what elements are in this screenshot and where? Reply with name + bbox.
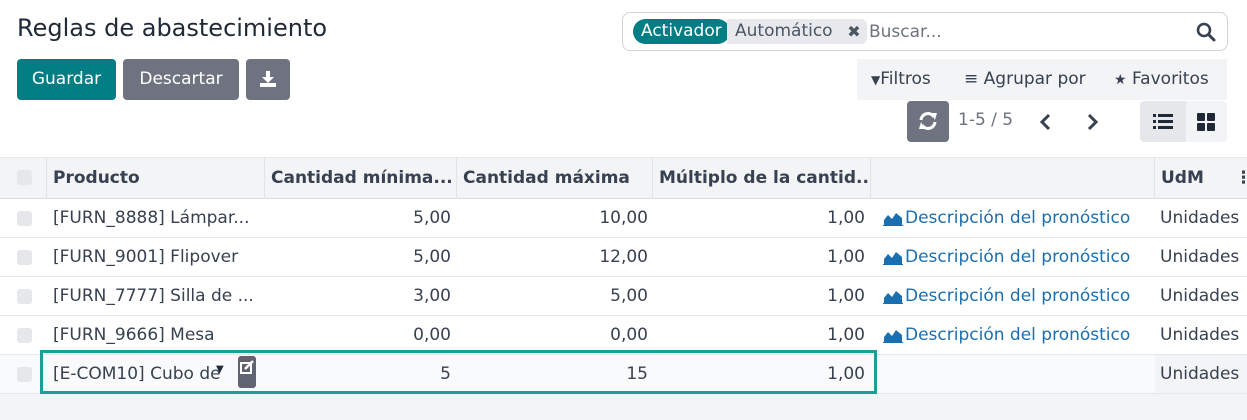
forecast-link[interactable]: Descripción del pronóstico — [883, 199, 1153, 237]
editing-row-outline — [40, 350, 877, 394]
filters-label: Filtros — [880, 69, 931, 89]
forecast-link[interactable]: Descripción del pronóstico — [883, 316, 1153, 354]
favorites-label: Favoritos — [1131, 69, 1209, 89]
table-row[interactable]: [FURN_7777] Silla de ... 3,00 5,00 1,00 Desc… — [0, 277, 1247, 316]
cell-uom[interactable]: Unidades — [1155, 238, 1247, 276]
cell-multiple[interactable]: 1,00 — [653, 277, 865, 315]
close-icon[interactable]: ✖ — [847, 19, 860, 44]
export-button[interactable] — [246, 59, 290, 100]
cell-max-qty[interactable]: 5,00 — [457, 277, 648, 315]
cell-min-qty[interactable]: 5,00 — [265, 238, 451, 276]
cell-max-qty[interactable]: 0,00 — [457, 316, 648, 354]
forecast-link[interactable]: Descripción del pronóstico — [883, 277, 1153, 315]
area-chart-icon — [883, 330, 903, 343]
row-checkbox[interactable] — [17, 367, 32, 382]
cell-product[interactable]: [FURN_8888] Lámpar... — [53, 199, 258, 237]
cell-max-qty[interactable]: 10,00 — [457, 199, 648, 237]
table-footer — [0, 394, 1247, 420]
forecast-link[interactable]: Descripción del pronóstico — [883, 238, 1153, 276]
cell-uom[interactable]: Unidades — [1155, 355, 1247, 393]
refresh-icon — [919, 112, 937, 130]
search-icon[interactable] — [1195, 21, 1217, 43]
list-view-button[interactable] — [1140, 101, 1186, 142]
cell-uom[interactable]: Unidades — [1155, 316, 1247, 354]
search-facet-value[interactable]: Automático ✖ — [727, 19, 867, 44]
favorites-toggle[interactable]: ★ Favoritos — [1114, 69, 1209, 89]
kanban-view-button[interactable] — [1186, 101, 1227, 142]
search-bar[interactable]: Activador Automático ✖ — [622, 12, 1228, 51]
group-by-toggle[interactable]: ≡ Agrupar por — [964, 69, 1086, 89]
cell-product[interactable]: [FURN_7777] Silla de ... — [53, 277, 258, 315]
header-uom-label: UdM — [1161, 168, 1204, 188]
row-checkbox[interactable] — [17, 250, 32, 265]
search-input[interactable] — [869, 20, 1189, 44]
table-header: Producto Cantidad mínima... Cantidad máx… — [0, 157, 1247, 199]
row-checkbox[interactable] — [17, 211, 32, 226]
forecast-label: Descripción del pronóstico — [905, 286, 1131, 306]
cell-max-qty[interactable]: 12,00 — [457, 238, 648, 276]
forecast-label: Descripción del pronóstico — [905, 208, 1131, 228]
cell-multiple[interactable]: 1,00 — [653, 199, 865, 237]
row-checkbox[interactable] — [17, 328, 32, 343]
bars-icon: ≡ — [964, 69, 979, 89]
save-button[interactable]: Guardar — [17, 59, 116, 100]
pager-value[interactable]: 1-5 / 5 — [958, 110, 1013, 130]
area-chart-icon — [883, 213, 903, 226]
table-row[interactable]: [FURN_9001] Flipover 5,00 12,00 1,00 Descrip… — [0, 238, 1247, 277]
select-all-cell[interactable] — [0, 158, 47, 199]
header-multiple[interactable]: Múltiplo de la cantid... — [653, 158, 871, 199]
search-panel-toggles: ▼Filtros ≡ Agrupar por ★ Favoritos — [857, 59, 1227, 100]
header-max-qty[interactable]: Cantidad máxima — [457, 158, 653, 199]
header-product[interactable]: Producto — [47, 158, 265, 199]
chevron-right-icon[interactable] — [1080, 110, 1104, 134]
group-by-label: Agrupar por — [983, 69, 1086, 89]
table-row[interactable]: [FURN_8888] Lámpar... 5,00 10,00 1,00 Descri… — [0, 199, 1247, 238]
cell-uom[interactable]: Unidades — [1155, 199, 1247, 237]
select-all-checkbox[interactable] — [17, 170, 32, 185]
list-icon — [1153, 114, 1173, 129]
discard-button[interactable]: Descartar — [123, 59, 239, 100]
reload-button[interactable] — [907, 101, 949, 142]
row-checkbox[interactable] — [17, 289, 32, 304]
page-title: Reglas de abastecimiento — [17, 14, 328, 42]
header-uom[interactable]: UdM ⋮ — [1155, 158, 1247, 199]
header-forecast — [871, 158, 1155, 199]
forecast-label: Descripción del pronóstico — [905, 325, 1131, 345]
cell-min-qty[interactable]: 3,00 — [265, 277, 451, 315]
cell-multiple[interactable]: 1,00 — [653, 316, 865, 354]
column-options-icon[interactable]: ⋮ — [1235, 158, 1247, 199]
cell-min-qty[interactable]: 5,00 — [265, 199, 451, 237]
forecast-label: Descripción del pronóstico — [905, 247, 1131, 267]
download-icon — [260, 71, 276, 87]
star-icon: ★ — [1114, 72, 1127, 88]
area-chart-icon — [883, 291, 903, 304]
cell-product[interactable]: [FURN_9666] Mesa — [53, 316, 258, 354]
header-min-qty[interactable]: Cantidad mínima... — [265, 158, 457, 199]
chevron-left-icon[interactable] — [1034, 110, 1058, 134]
filters-toggle[interactable]: ▼Filtros — [871, 69, 931, 89]
cell-multiple[interactable]: 1,00 — [653, 238, 865, 276]
filter-icon: ▼ — [871, 73, 881, 87]
search-facet-value-label: Automático — [735, 21, 833, 41]
cell-min-qty[interactable]: 0,00 — [265, 316, 451, 354]
search-facet-key[interactable]: Activador — [633, 19, 730, 44]
area-chart-icon — [883, 252, 903, 265]
cell-uom[interactable]: Unidades — [1155, 277, 1247, 315]
grid-icon — [1197, 113, 1215, 131]
cell-product[interactable]: [FURN_9001] Flipover — [53, 238, 258, 276]
